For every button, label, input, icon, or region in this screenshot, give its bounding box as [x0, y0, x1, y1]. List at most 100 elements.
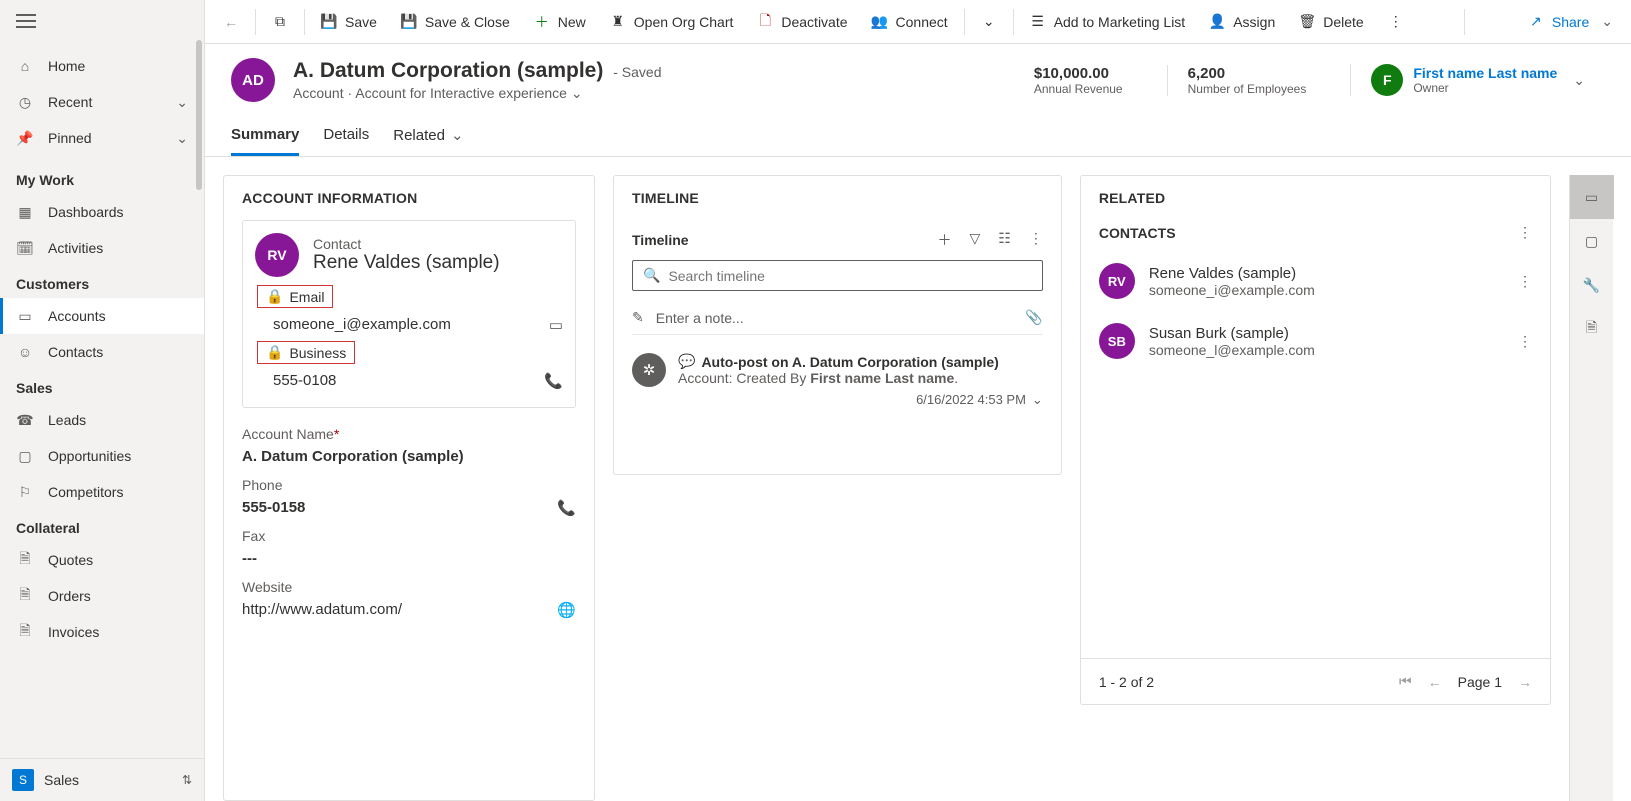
tab-summary[interactable]: Summary: [231, 116, 299, 156]
timeline-search[interactable]: 🔍: [632, 260, 1043, 291]
nav-recent[interactable]: ◷ Recent ⌄: [0, 84, 204, 120]
fax-value[interactable]: ---: [242, 544, 576, 567]
rail-assistant[interactable]: ▭: [1570, 175, 1614, 219]
prev-page-icon[interactable]: ←: [1428, 674, 1442, 690]
contact-email: someone_i@example.com: [1149, 282, 1315, 298]
tab-related[interactable]: Related⌄: [393, 116, 463, 156]
deactivate-button[interactable]: 🗋Deactivate: [747, 8, 857, 36]
timeline-subtitle: Timeline: [632, 232, 689, 248]
share-button[interactable]: ↗Share⌄: [1518, 7, 1623, 36]
related-contact-item[interactable]: RV Rene Valdes (sample) someone_i@exampl…: [1081, 251, 1550, 311]
back-icon: ←: [223, 14, 239, 30]
timeline-note-input[interactable]: ✎ Enter a note... 📎: [632, 301, 1043, 335]
chevron-down-icon[interactable]: ⌄: [1573, 72, 1585, 89]
phone-value[interactable]: 555-0158📞: [242, 493, 576, 516]
more-vertical-icon[interactable]: ⋮: [1518, 224, 1532, 241]
contact-name[interactable]: Rene Valdes (sample): [313, 252, 500, 274]
scrollbar-thumb[interactable]: [196, 40, 202, 190]
sort-icon[interactable]: ☷: [998, 230, 1011, 250]
lock-icon: 🔒: [266, 288, 283, 305]
fax-label: Fax: [242, 528, 576, 544]
filter-icon[interactable]: ▽: [969, 230, 980, 250]
activities-icon: 🗓: [16, 239, 34, 257]
list-add-icon: ☰: [1030, 14, 1046, 30]
first-page-icon[interactable]: ⏮: [1399, 673, 1412, 690]
connect-dropdown[interactable]: ⌄: [971, 8, 1007, 36]
contacts-icon: ☺: [16, 343, 34, 361]
save-button[interactable]: 💾Save: [311, 8, 387, 36]
nav-accounts[interactable]: ▭Accounts: [0, 298, 204, 334]
account-name-value[interactable]: A. Datum Corporation (sample): [242, 442, 576, 465]
label: New: [558, 14, 586, 30]
nav-contacts[interactable]: ☺Contacts: [0, 334, 204, 370]
pager-range: 1 - 2 of 2: [1099, 674, 1154, 690]
share-icon: ↗: [1528, 14, 1544, 30]
overflow-button[interactable]: ⋮: [1378, 8, 1414, 36]
phone-label: Phone: [242, 477, 576, 493]
nav-label: Invoices: [48, 624, 99, 640]
form-name[interactable]: Account for Interactive experience: [355, 85, 567, 101]
nav-invoices[interactable]: 🗎 Invoices: [0, 614, 204, 650]
invoices-icon: 🗎: [16, 623, 34, 641]
nav-orders[interactable]: 🗎Orders: [0, 578, 204, 614]
nav-activities[interactable]: 🗓 Activities: [0, 230, 204, 266]
dashboard-icon: ▦: [16, 203, 34, 221]
popout-button[interactable]: ⧉: [262, 8, 298, 36]
nav-competitors[interactable]: ⚐Competitors: [0, 474, 204, 510]
nav-label: Activities: [48, 240, 103, 256]
related-contact-item[interactable]: SB Susan Burk (sample) someone_l@example…: [1081, 311, 1550, 371]
save-close-icon: 💾: [401, 14, 417, 30]
nav-leads[interactable]: ☎Leads: [0, 402, 204, 438]
phone-icon[interactable]: 📞: [544, 372, 563, 390]
chevron-down-icon[interactable]: ⌄: [1032, 392, 1043, 408]
phone-icon[interactable]: 📞: [557, 499, 576, 517]
assign-button[interactable]: 👤Assign: [1199, 8, 1285, 36]
nav-dashboards[interactable]: ▦Dashboards: [0, 194, 204, 230]
more-vertical-icon[interactable]: ⋮: [1029, 230, 1043, 250]
tab-details[interactable]: Details: [323, 116, 369, 156]
hamburger-icon[interactable]: [16, 14, 36, 28]
rail-doc[interactable]: 🗎: [1570, 307, 1614, 351]
search-input[interactable]: [668, 268, 1031, 284]
account-name-label: Account Name: [242, 426, 334, 442]
email-locked-label: 🔒Email: [257, 285, 333, 308]
quotes-icon: 🗎: [16, 551, 34, 569]
more-vertical-icon[interactable]: ⋮: [1518, 333, 1532, 350]
chevron-down-icon: ⌄: [176, 94, 188, 111]
globe-icon[interactable]: 🌐: [557, 601, 576, 619]
orders-icon: 🗎: [16, 587, 34, 605]
email-value[interactable]: someone_i@example.com▭: [255, 312, 563, 339]
owner-name[interactable]: First name Last name: [1413, 65, 1557, 81]
more-vertical-icon[interactable]: ⋮: [1518, 273, 1532, 290]
label: Connect: [896, 14, 948, 30]
next-page-icon[interactable]: →: [1518, 674, 1532, 690]
annual-revenue-value: $10,000.00: [1034, 65, 1123, 82]
new-button[interactable]: ＋New: [524, 8, 596, 36]
card-icon[interactable]: ▭: [549, 316, 563, 334]
open-org-chart-button[interactable]: ♜Open Org Chart: [600, 8, 744, 36]
connect-button[interactable]: 👥Connect: [862, 8, 958, 36]
rail-panel[interactable]: ▢: [1570, 219, 1614, 263]
nav-opportunities[interactable]: ▢Opportunities: [0, 438, 204, 474]
timeline-item[interactable]: ✲ 💬Auto-post on A. Datum Corporation (sa…: [614, 349, 1061, 424]
website-value[interactable]: http://www.adatum.com/🌐: [242, 595, 576, 618]
save-status: - Saved: [613, 64, 661, 80]
left-nav: ⌂ Home ◷ Recent ⌄ 📌 Pinned ⌄ My Work ▦Da…: [0, 0, 205, 801]
primary-contact-card: RV Contact Rene Valdes (sample) 🔒Email s…: [242, 220, 576, 408]
rail-wrench[interactable]: 🔧: [1570, 263, 1614, 307]
area-switcher[interactable]: S Sales ⇅: [0, 758, 204, 801]
org-chart-icon: ♜: [610, 14, 626, 30]
delete-button[interactable]: 🗑Delete: [1289, 8, 1373, 36]
add-icon[interactable]: ＋: [937, 230, 951, 250]
add-marketing-button[interactable]: ☰Add to Marketing List: [1020, 8, 1196, 36]
nav-pinned[interactable]: 📌 Pinned ⌄: [0, 120, 204, 156]
business-phone-value[interactable]: 555-0108📞: [255, 368, 563, 395]
nav-home[interactable]: ⌂ Home: [0, 48, 204, 84]
label: Save & Close: [425, 14, 510, 30]
contact-avatar: SB: [1099, 323, 1135, 359]
nav-quotes[interactable]: 🗎Quotes: [0, 542, 204, 578]
attachment-icon[interactable]: 📎: [1025, 309, 1042, 326]
save-close-button[interactable]: 💾 Save & Close: [391, 8, 520, 36]
nav-group-header: Sales: [0, 370, 204, 402]
back-button[interactable]: ←: [213, 8, 249, 36]
